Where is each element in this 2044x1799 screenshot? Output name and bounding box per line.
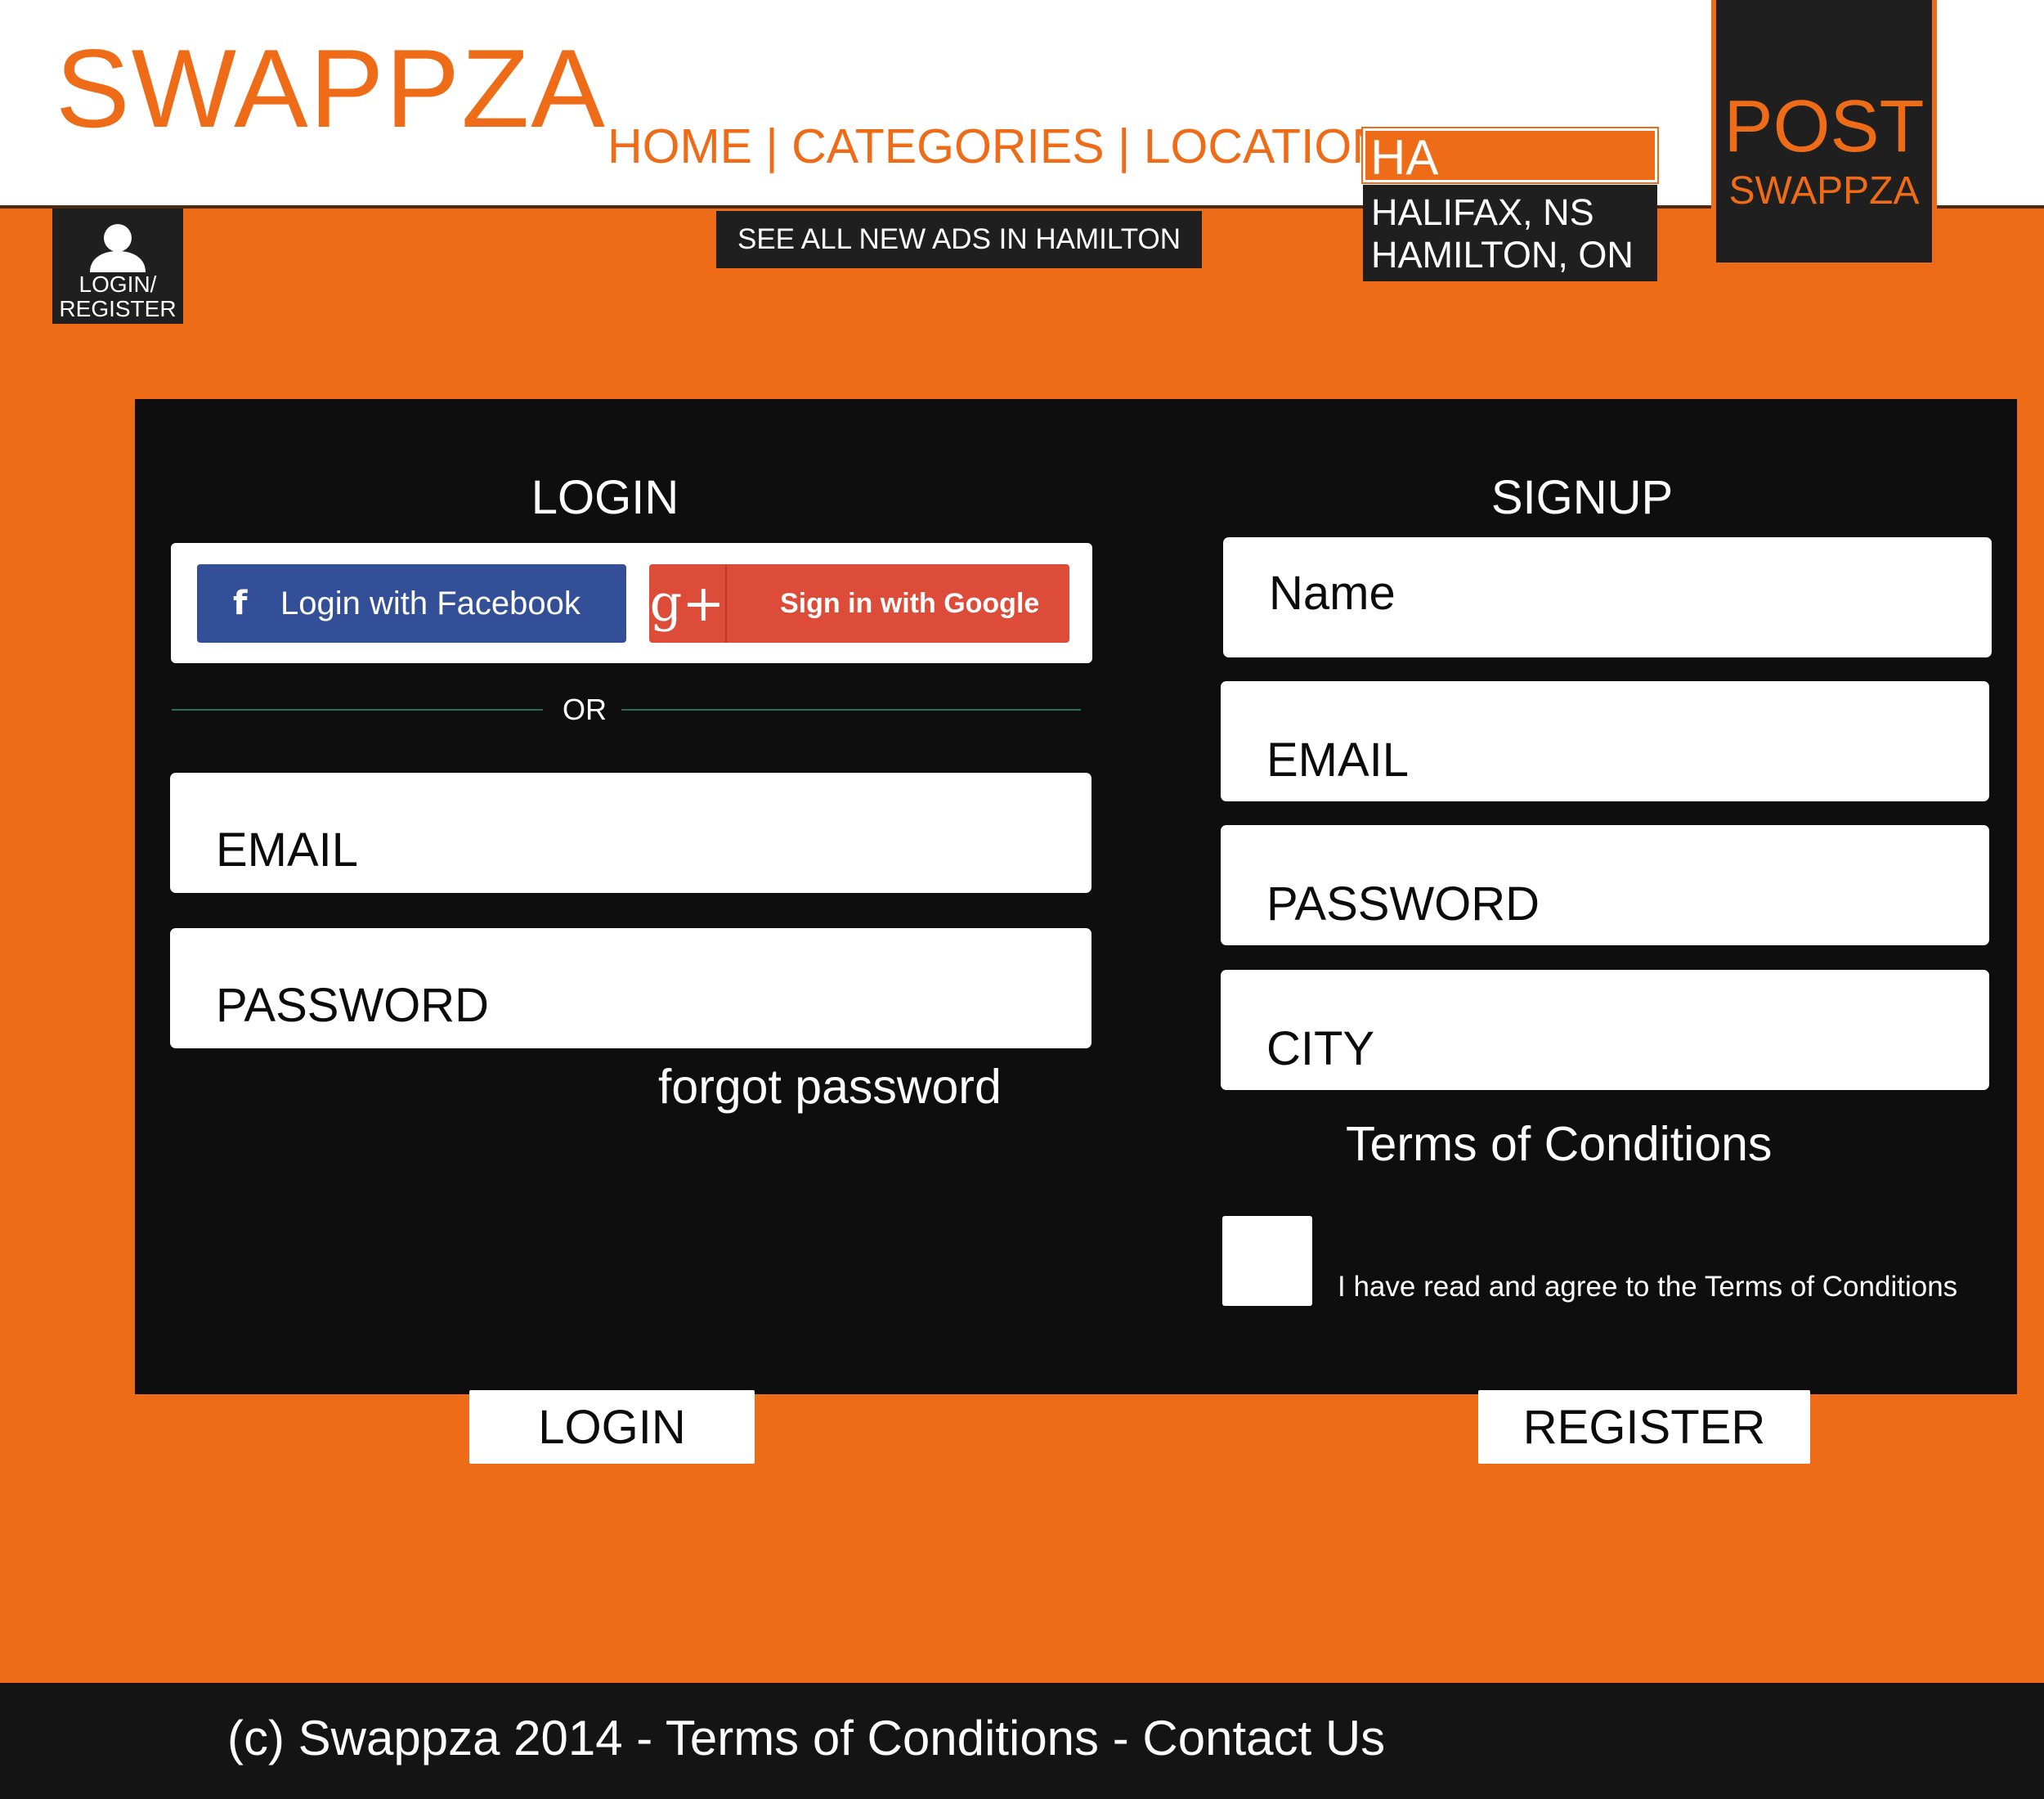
post-swappza-button[interactable]: POST SWAPPZA: [1716, 0, 1932, 262]
login-heading: LOGIN: [531, 471, 679, 524]
login-email-field[interactable]: EMAIL: [170, 773, 1091, 893]
login-register-label: LOGIN/REGISTER: [59, 271, 177, 321]
google-plus-icon: g+: [649, 564, 727, 643]
nav-separator: |: [752, 119, 792, 173]
see-all-ads-link[interactable]: SEE ALL NEW ADS IN HAMILTON: [716, 211, 1202, 268]
footer-text: (c) Swappza 2014 - Terms of Conditions -…: [227, 1711, 1386, 1765]
nav-home-link[interactable]: HOME: [607, 123, 752, 171]
location-option-halifax[interactable]: HALIFAX, NS: [1371, 191, 1649, 234]
main-nav: HOME | CATEGORIES | LOCATION:: [607, 123, 1400, 171]
signup-city-placeholder: CITY: [1266, 1022, 1375, 1075]
signup-heading: SIGNUP: [1490, 471, 1674, 524]
site-logo[interactable]: SWAPPZA: [56, 33, 607, 144]
user-icon: [90, 224, 146, 272]
nav-categories-link[interactable]: CATEGORIES: [791, 123, 1104, 171]
login-submit-button[interactable]: LOGIN: [469, 1390, 755, 1464]
login-register-chip[interactable]: LOGIN/REGISTER: [52, 209, 183, 324]
google-signin-button[interactable]: g+ Sign in with Google: [649, 564, 1069, 643]
google-signin-label: Sign in with Google: [780, 588, 1040, 619]
agree-terms-checkbox[interactable]: [1222, 1216, 1312, 1306]
signup-name-field[interactable]: Name: [1223, 537, 1992, 657]
agree-terms-label: I have read and agree to the Terms of Co…: [1338, 1271, 1958, 1303]
or-divider-text: OR: [563, 693, 607, 726]
register-submit-button[interactable]: REGISTER: [1478, 1390, 1810, 1464]
facebook-login-button[interactable]: f Login with Facebook: [197, 564, 626, 643]
signup-name-placeholder: Name: [1269, 567, 1396, 620]
signup-password-placeholder: PASSWORD: [1266, 877, 1540, 931]
terms-of-conditions-link[interactable]: Terms of Conditions: [1346, 1120, 1772, 1169]
location-option-hamilton[interactable]: HAMILTON, ON: [1371, 234, 1649, 276]
post-button-sub-label: SWAPPZA: [1728, 169, 1920, 213]
login-password-placeholder: PASSWORD: [216, 979, 490, 1032]
facebook-icon: f: [233, 585, 248, 622]
facebook-login-label: Login with Facebook: [280, 585, 580, 621]
or-divider-right: [621, 709, 1081, 711]
nav-separator: |: [1104, 119, 1144, 173]
post-button-main-label: POST: [1724, 86, 1925, 168]
signup-city-field[interactable]: CITY: [1221, 970, 1989, 1090]
nav-location-label: LOCATION:: [1143, 119, 1401, 173]
login-password-field[interactable]: PASSWORD: [170, 928, 1091, 1048]
location-suggestions: HALIFAX, NS HAMILTON, ON: [1363, 185, 1657, 281]
signup-password-field[interactable]: PASSWORD: [1221, 825, 1989, 945]
signup-email-placeholder: EMAIL: [1266, 734, 1410, 787]
login-email-placeholder: EMAIL: [216, 823, 359, 877]
or-divider-left: [172, 709, 543, 711]
signup-email-field[interactable]: EMAIL: [1221, 681, 1989, 801]
forgot-password-link[interactable]: forgot password: [658, 1063, 1002, 1111]
location-input[interactable]: HA: [1361, 127, 1659, 185]
